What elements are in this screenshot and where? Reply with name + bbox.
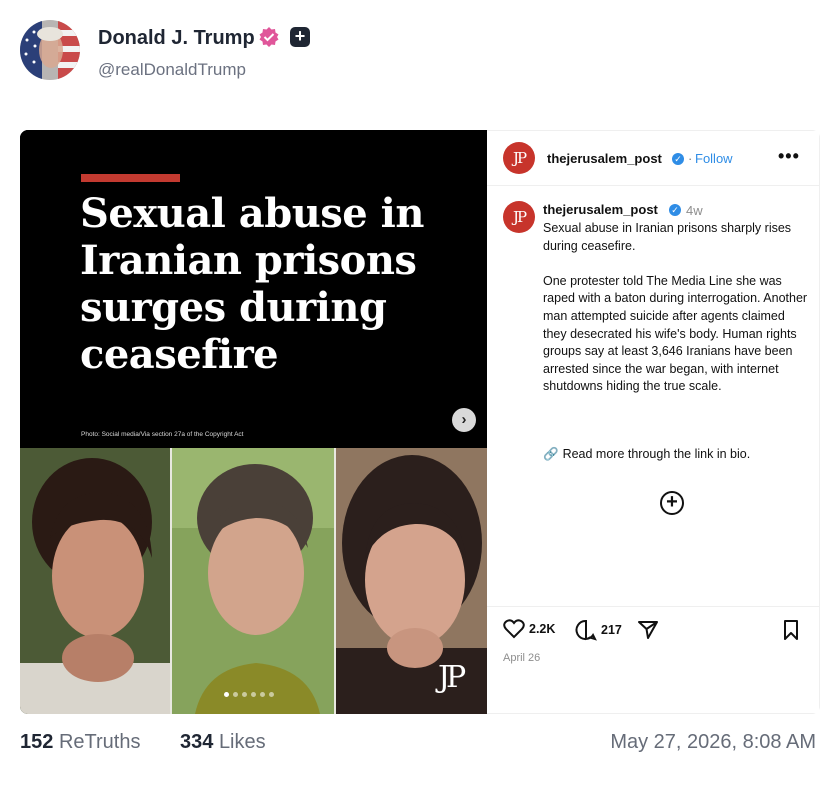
retruths-label: ReTruths bbox=[58, 731, 141, 753]
verified-tick-icon: ✓ bbox=[669, 204, 681, 216]
carousel-dot[interactable] bbox=[260, 692, 265, 697]
read-more-link[interactable]: 🔗 Read more through the link in bio. bbox=[543, 447, 750, 462]
heart-icon bbox=[503, 619, 525, 639]
post-timestamp[interactable]: May 27, 2026, 8:08 AM bbox=[610, 731, 816, 754]
post-media[interactable]: Sexual abuse in Iranian prisons surges d… bbox=[20, 130, 487, 714]
likes-count-total: 334 bbox=[180, 731, 214, 753]
bookmark-icon[interactable] bbox=[782, 619, 800, 641]
separator-dot: · bbox=[688, 151, 693, 166]
caption-username[interactable]: thejerusalem_post bbox=[543, 202, 658, 217]
likes-count: 2.2K bbox=[529, 622, 556, 636]
verified-tick-icon: ✓ bbox=[672, 153, 684, 165]
post-caption: Sexual abuse in Iranian prisons sharply … bbox=[543, 220, 808, 414]
carousel-dot[interactable] bbox=[251, 692, 256, 697]
carousel-dot[interactable] bbox=[269, 692, 274, 697]
comments-count: 217 bbox=[601, 623, 622, 637]
instagram-post-date: April 26 bbox=[503, 652, 541, 664]
more-options-icon[interactable]: ••• bbox=[778, 146, 800, 167]
carousel-dots[interactable] bbox=[224, 692, 274, 697]
follow-button[interactable]: Follow bbox=[695, 151, 733, 166]
retruths-count: 152 bbox=[20, 731, 54, 753]
jerusalem-post-logo-small[interactable]: JP bbox=[503, 201, 535, 233]
post-stats: 152 ReTruths 334 Likes May 27, 2026, 8:0… bbox=[20, 731, 820, 761]
caption-body: One protester told The Media Line she wa… bbox=[543, 273, 808, 394]
verified-badge-icon bbox=[259, 27, 279, 47]
avatar[interactable] bbox=[20, 20, 80, 80]
carousel-dot[interactable] bbox=[233, 692, 238, 697]
link-icon: 🔗 bbox=[543, 447, 559, 461]
like-button[interactable]: 2.2K bbox=[503, 619, 555, 639]
post-age: 4w bbox=[686, 203, 703, 218]
actions-bar: 2.2K 217 April 26 bbox=[487, 606, 820, 714]
share-button[interactable] bbox=[637, 619, 663, 639]
next-arrow-icon[interactable]: › bbox=[452, 408, 476, 432]
share-icon bbox=[638, 621, 658, 639]
add-circle-icon[interactable]: + bbox=[660, 491, 684, 515]
read-more-text: Read more through the link in bio. bbox=[562, 447, 751, 461]
instagram-header: JP thejerusalem_post ✓ · Follow ••• bbox=[487, 131, 820, 186]
author-name[interactable]: Donald J. Trump bbox=[98, 27, 255, 50]
media-headline: Sexual abuse in Iranian prisons surges d… bbox=[80, 190, 424, 378]
instagram-sidebar: JP thejerusalem_post ✓ · Follow ••• JP t… bbox=[487, 130, 820, 714]
comment-icon bbox=[575, 619, 597, 641]
carousel-dot[interactable] bbox=[224, 692, 229, 697]
likes-label: Likes bbox=[218, 731, 266, 753]
headline-graphic: Sexual abuse in Iranian prisons surges d… bbox=[20, 130, 487, 448]
jerusalem-post-logo[interactable]: JP bbox=[503, 142, 535, 174]
embedded-instagram-post[interactable]: Sexual abuse in Iranian prisons surges d… bbox=[20, 130, 820, 714]
plus-badge-icon: + bbox=[290, 27, 310, 47]
retruths-stat[interactable]: 152 ReTruths bbox=[20, 731, 140, 754]
carousel-dot[interactable] bbox=[242, 692, 247, 697]
comment-button[interactable]: 217 bbox=[575, 619, 622, 641]
caption-title: Sexual abuse in Iranian prisons sharply … bbox=[543, 221, 792, 253]
author-handle[interactable]: @realDonaldTrump bbox=[98, 60, 246, 80]
likes-stat[interactable]: 334 Likes bbox=[180, 731, 266, 754]
jp-watermark: JP bbox=[438, 660, 466, 695]
portrait-photos bbox=[20, 448, 487, 714]
instagram-username[interactable]: thejerusalem_post bbox=[547, 151, 662, 166]
accent-bar bbox=[81, 174, 180, 182]
photo-credit: Photo: Social media/Via section 27a of t… bbox=[81, 431, 244, 438]
post-header: Donald J. Trump + @realDonaldTrump bbox=[20, 20, 820, 82]
